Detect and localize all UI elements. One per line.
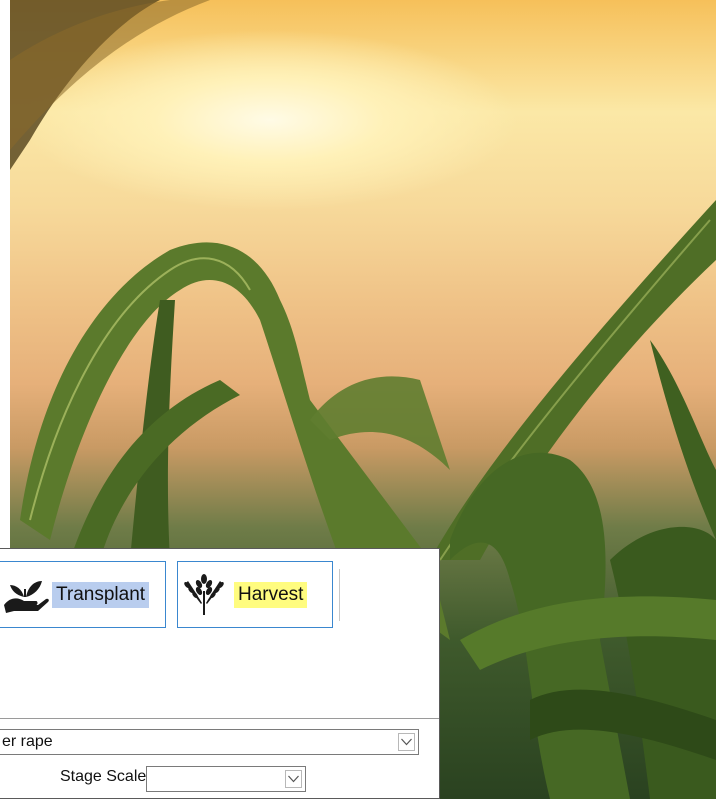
chevron-down-icon[interactable] xyxy=(285,770,302,788)
ribbon-separator xyxy=(339,569,340,621)
transplant-label: Transplant xyxy=(52,581,150,608)
wheat-icon xyxy=(178,573,230,617)
crop-operations-window: Transplant Harvest er rape Stage Scale: xyxy=(0,548,440,799)
harvest-button[interactable]: Harvest xyxy=(177,561,333,628)
crop-form: er rape Stage Scale: xyxy=(0,718,439,798)
details-pane xyxy=(0,633,439,719)
harvest-label: Harvest xyxy=(234,581,308,608)
transplant-button[interactable]: Transplant xyxy=(0,561,166,628)
chevron-down-icon[interactable] xyxy=(398,733,415,751)
stage-scale-label: Stage Scale: xyxy=(60,768,151,785)
stage-scale-dropdown[interactable] xyxy=(146,766,306,792)
crop-dropdown-value: er rape xyxy=(2,733,53,750)
transplant-icon xyxy=(0,573,52,617)
crop-dropdown[interactable]: er rape xyxy=(0,729,419,755)
operations-ribbon: Transplant Harvest xyxy=(0,549,439,634)
